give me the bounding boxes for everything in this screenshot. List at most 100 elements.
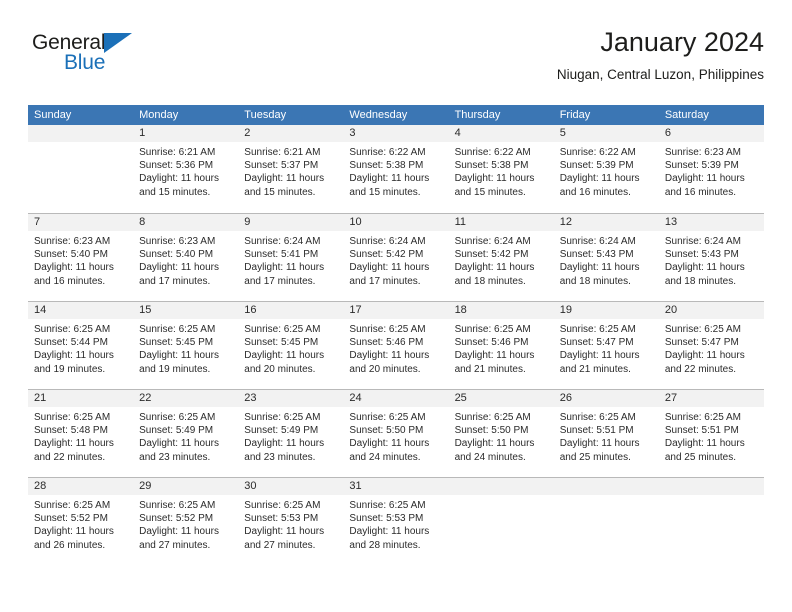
day-number: 16 [244, 304, 257, 316]
day-number: 8 [139, 216, 146, 228]
daylight-text-line1: Daylight: 11 hours [244, 526, 325, 538]
daylight-text-line2: and 17 minutes. [349, 275, 421, 287]
calendar-day-cell[interactable]: 15 Sunrise: 6:25 AM Sunset: 5:45 PM Dayligh… [133, 302, 239, 389]
day-details: Sunrise: 6:23 AM Sunset: 5:40 PM Daylight:… [133, 231, 238, 288]
calendar-day-cell[interactable]: 10 Sunrise: 6:24 AM Sunset: 5:42 PM Dayligh… [343, 214, 449, 301]
day-number-band: 23 [238, 390, 344, 407]
sunset-text: Sunset: 5:37 PM [244, 160, 319, 172]
sunset-text: Sunset: 5:39 PM [664, 160, 739, 172]
sunset-text: Sunset: 5:51 PM [559, 425, 634, 437]
calendar-day-cell[interactable]: 1 Sunrise: 6:21 AM Sunset: 5:36 PM Daylight… [133, 125, 239, 213]
calendar-week-row: 21 Sunrise: 6:25 AM Sunset: 5:48 PM Dayligh… [28, 389, 764, 477]
day-number-band: 28 [28, 478, 134, 495]
daylight-text-line2: and 25 minutes. [559, 451, 631, 463]
daylight-text-line2: and 27 minutes. [244, 539, 316, 551]
sunset-text: Sunset: 5:40 PM [139, 249, 214, 261]
day-number-band: 2 [238, 125, 344, 142]
daylight-text-line2: and 23 minutes. [139, 451, 211, 463]
calendar-day-cell[interactable]: 11 Sunrise: 6:24 AM Sunset: 5:42 PM Dayligh… [448, 214, 554, 301]
day-details: Sunrise: 6:23 AM Sunset: 5:39 PM Daylight:… [659, 142, 764, 199]
day-number: 23 [244, 392, 257, 404]
day-number-band [28, 125, 134, 142]
calendar-weeks: 1 Sunrise: 6:21 AM Sunset: 5:36 PM Daylight… [28, 125, 764, 565]
general-blue-logo[interactable]: General Blue [32, 32, 162, 88]
calendar-day-cell[interactable]: 19 Sunrise: 6:25 AM Sunset: 5:47 PM Dayligh… [553, 302, 659, 389]
calendar-day-cell[interactable]: 17 Sunrise: 6:25 AM Sunset: 5:46 PM Dayligh… [343, 302, 449, 389]
calendar-day-cell[interactable]: 16 Sunrise: 6:25 AM Sunset: 5:45 PM Dayligh… [238, 302, 344, 389]
sunrise-text: Sunrise: 6:23 AM [139, 236, 216, 247]
calendar-day-cell[interactable]: 23 Sunrise: 6:25 AM Sunset: 5:49 PM Dayligh… [238, 390, 344, 477]
calendar-day-cell[interactable]: 5 Sunrise: 6:22 AM Sunset: 5:39 PM Daylight… [553, 125, 659, 213]
calendar-day-cell[interactable]: 25 Sunrise: 6:25 AM Sunset: 5:50 PM Dayligh… [448, 390, 554, 477]
day-details: Sunrise: 6:22 AM Sunset: 5:39 PM Daylight:… [554, 142, 659, 199]
sunrise-text: Sunrise: 6:24 AM [454, 236, 531, 247]
sunrise-text: Sunrise: 6:25 AM [454, 412, 531, 423]
daylight-text-line1: Daylight: 11 hours [349, 526, 430, 538]
calendar-day-cell[interactable]: 18 Sunrise: 6:25 AM Sunset: 5:46 PM Dayligh… [448, 302, 554, 389]
calendar-day-cell[interactable]: 12 Sunrise: 6:24 AM Sunset: 5:43 PM Dayligh… [553, 214, 659, 301]
calendar-day-cell[interactable]: 26 Sunrise: 6:25 AM Sunset: 5:51 PM Dayligh… [553, 390, 659, 477]
day-number: 28 [34, 480, 47, 492]
calendar-day-cell[interactable]: 29 Sunrise: 6:25 AM Sunset: 5:52 PM Dayligh… [133, 478, 239, 565]
calendar-day-cell[interactable]: 20 Sunrise: 6:25 AM Sunset: 5:47 PM Dayligh… [658, 302, 764, 389]
daylight-text-line1: Daylight: 11 hours [559, 262, 640, 274]
weekday-header-monday: Monday [139, 109, 179, 121]
calendar-day-cell[interactable]: 21 Sunrise: 6:25 AM Sunset: 5:48 PM Dayligh… [28, 390, 134, 477]
day-number: 25 [454, 392, 467, 404]
weekday-header-wednesday: Wednesday [349, 109, 408, 121]
calendar-day-cell[interactable]: 6 Sunrise: 6:23 AM Sunset: 5:39 PM Daylight… [658, 125, 764, 213]
calendar-day-cell[interactable]: 8 Sunrise: 6:23 AM Sunset: 5:40 PM Daylight… [133, 214, 239, 301]
sunset-text: Sunset: 5:43 PM [664, 249, 739, 261]
day-details: Sunrise: 6:21 AM Sunset: 5:36 PM Daylight:… [133, 142, 238, 199]
calendar-day-cell[interactable]: 30 Sunrise: 6:25 AM Sunset: 5:53 PM Dayligh… [238, 478, 344, 565]
day-details: Sunrise: 6:25 AM Sunset: 5:48 PM Daylight:… [28, 407, 133, 464]
calendar-day-cell[interactable]: 22 Sunrise: 6:25 AM Sunset: 5:49 PM Dayligh… [133, 390, 239, 477]
day-number: 20 [664, 304, 678, 316]
sunrise-text: Sunrise: 6:25 AM [349, 412, 426, 423]
daylight-text-line2: and 15 minutes. [454, 186, 526, 198]
daylight-text-line1: Daylight: 11 hours [139, 350, 219, 362]
calendar-day-cell[interactable]: 3 Sunrise: 6:22 AM Sunset: 5:38 PM Daylight… [343, 125, 449, 213]
sunrise-text: Sunrise: 6:24 AM [244, 236, 321, 247]
calendar-day-cell-empty [28, 125, 134, 213]
daylight-text-line2: and 28 minutes. [349, 539, 421, 551]
calendar-day-cell[interactable]: 13 Sunrise: 6:24 AM Sunset: 5:43 PM Dayligh… [658, 214, 764, 301]
calendar-week-row: 1 Sunrise: 6:21 AM Sunset: 5:36 PM Daylight… [28, 125, 764, 213]
day-number-band: 6 [658, 125, 764, 142]
calendar-day-cell[interactable]: 7 Sunrise: 6:23 AM Sunset: 5:40 PM Daylight… [28, 214, 134, 301]
calendar-day-cell[interactable]: 14 Sunrise: 6:25 AM Sunset: 5:44 PM Dayligh… [28, 302, 134, 389]
sunset-text: Sunset: 5:45 PM [139, 337, 214, 349]
weekday-header-tuesday: Tuesday [244, 109, 287, 121]
calendar-day-cell[interactable]: 28 Sunrise: 6:25 AM Sunset: 5:52 PM Dayligh… [28, 478, 134, 565]
daylight-text-line1: Daylight: 11 hours [454, 438, 535, 450]
daylight-text-line1: Daylight: 11 hours [454, 173, 535, 185]
day-number: 13 [664, 216, 678, 228]
calendar-day-cell[interactable]: 2 Sunrise: 6:21 AM Sunset: 5:37 PM Daylight… [238, 125, 344, 213]
sunrise-text: Sunrise: 6:22 AM [454, 147, 531, 158]
day-number: 12 [559, 216, 572, 228]
sunrise-text: Sunrise: 6:25 AM [139, 412, 216, 423]
daylight-text-line1: Daylight: 11 hours [664, 173, 745, 185]
daylight-text-line2: and 15 minutes. [139, 186, 211, 198]
calendar-day-cell[interactable]: 4 Sunrise: 6:22 AM Sunset: 5:38 PM Daylight… [448, 125, 554, 213]
daylight-text-line1: Daylight: 11 hours [664, 262, 745, 274]
day-details: Sunrise: 6:25 AM Sunset: 5:53 PM Daylight:… [343, 495, 448, 552]
calendar-day-cell[interactable]: 9 Sunrise: 6:24 AM Sunset: 5:41 PM Daylight… [238, 214, 344, 301]
sunrise-text: Sunrise: 6:24 AM [349, 236, 426, 247]
sunrise-text: Sunrise: 6:25 AM [34, 324, 111, 335]
calendar-day-cell[interactable]: 27 Sunrise: 6:25 AM Sunset: 5:51 PM Dayligh… [658, 390, 764, 477]
daylight-text-line1: Daylight: 11 hours [454, 350, 535, 362]
day-number-band: 9 [238, 214, 344, 231]
sunset-text: Sunset: 5:44 PM [34, 337, 108, 349]
day-number: 27 [664, 392, 678, 404]
sunset-text: Sunset: 5:47 PM [559, 337, 634, 349]
day-number-band: 18 [448, 302, 554, 319]
daylight-text-line1: Daylight: 11 hours [244, 350, 325, 362]
day-number: 18 [454, 304, 467, 316]
day-details: Sunrise: 6:25 AM Sunset: 5:50 PM Daylight:… [449, 407, 554, 464]
daylight-text-line1: Daylight: 11 hours [139, 526, 219, 538]
day-number: 5 [559, 127, 566, 139]
calendar-day-cell[interactable]: 31 Sunrise: 6:25 AM Sunset: 5:53 PM Dayligh… [343, 478, 449, 565]
sunrise-text: Sunrise: 6:24 AM [559, 236, 636, 247]
calendar-day-cell[interactable]: 24 Sunrise: 6:25 AM Sunset: 5:50 PM Dayligh… [343, 390, 449, 477]
